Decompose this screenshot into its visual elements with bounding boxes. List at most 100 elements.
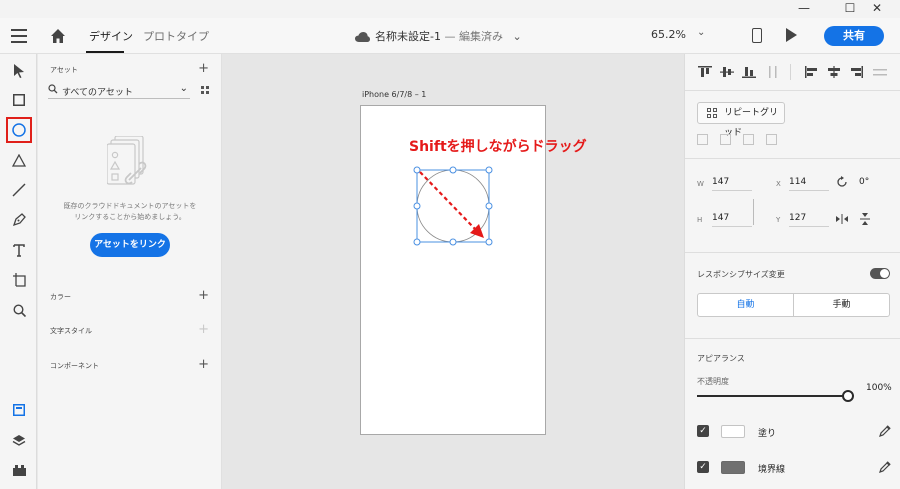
fill-color-swatch[interactable] <box>721 425 745 438</box>
document-name: 名称未設定-1 <box>375 30 441 43</box>
opacity-label: 不透明度 <box>697 377 729 386</box>
distribute-vertical-icon[interactable] <box>766 66 780 78</box>
property-inspector: リピートグリッド W 147 X 114 0° H 147 Y 127 レスポン… <box>684 54 900 489</box>
add-color-plus-icon[interactable]: + <box>198 289 209 302</box>
close-button[interactable]: ✕ <box>854 0 900 18</box>
border-eyedropper-icon[interactable] <box>879 461 891 473</box>
home-icon[interactable] <box>50 28 66 44</box>
boolean-add-icon <box>697 134 708 145</box>
chevron-down-icon: ⌄ <box>179 83 188 94</box>
hamburger-menu-icon[interactable] <box>11 29 27 43</box>
boolean-exclude-icon <box>766 134 777 145</box>
device-preview-icon[interactable] <box>752 28 762 43</box>
flip-vertical-icon[interactable] <box>860 213 870 225</box>
responsive-resize-label: レスポンシブサイズ変更 <box>697 270 785 279</box>
link-assets-button[interactable]: アセットをリンク <box>90 233 170 257</box>
fill-label: 塗り <box>758 429 777 439</box>
flip-horizontal-icon[interactable] <box>836 214 848 224</box>
border-checkbox[interactable]: ✓ <box>697 461 709 473</box>
repeat-grid-button[interactable]: リピートグリッド <box>697 102 785 138</box>
responsive-resize-toggle[interactable] <box>870 268 890 279</box>
border-label: 境界線 <box>758 465 786 475</box>
boolean-intersect-icon <box>743 134 754 145</box>
chevron-down-icon: ⌄ <box>512 30 522 43</box>
appearance-label: アピアランス <box>697 354 745 363</box>
width-field[interactable]: 147 <box>712 177 752 191</box>
zoom-tool-icon[interactable] <box>6 297 32 323</box>
select-tool-icon[interactable] <box>6 58 32 84</box>
x-field[interactable]: 114 <box>789 177 829 191</box>
rotation-field[interactable]: 0° <box>859 177 889 190</box>
add-component-plus-icon[interactable]: + <box>198 358 209 371</box>
artboard-name[interactable]: iPhone 6/7/8 – 1 <box>362 90 426 99</box>
rectangle-tool-icon[interactable] <box>6 87 32 113</box>
height-field[interactable]: 147 <box>712 213 752 227</box>
align-middle-icon[interactable] <box>720 66 734 78</box>
border-color-swatch[interactable] <box>721 461 745 474</box>
document-assets-icon[interactable] <box>6 397 32 423</box>
assets-empty-illustration <box>107 136 147 185</box>
add-character-style-plus-icon: + <box>198 322 209 337</box>
minimize-button[interactable]: — <box>781 0 827 18</box>
asset-filter-select[interactable]: すべてのアセット ⌄ <box>48 82 190 99</box>
assets-empty-message: 既存のクラウドドキュメントのアセットを リンクすることから始めましょう。 <box>48 201 212 223</box>
document-title[interactable]: 名称未設定-1 — 編集済み ⌄ <box>355 28 522 44</box>
text-tool-icon[interactable] <box>6 237 32 263</box>
opacity-slider-knob[interactable] <box>842 390 854 402</box>
align-divider <box>790 64 791 80</box>
pen-tool-icon[interactable] <box>6 207 32 233</box>
document-status: — 編集済み <box>440 30 503 43</box>
share-button[interactable]: 共有 <box>824 26 884 46</box>
window-title-bar: — ☐ ✕ <box>0 0 900 18</box>
y-label: Y <box>776 216 781 224</box>
app-header: デザイン プロトタイプ 名称未設定-1 — 編集済み ⌄ 65.2% ⌄ 共有 <box>0 18 900 54</box>
align-left-icon[interactable] <box>805 66 819 78</box>
layers-icon[interactable] <box>6 427 32 453</box>
grid-view-icon[interactable] <box>201 86 209 94</box>
width-label: W <box>697 180 704 188</box>
components-section-label: コンポーネント <box>50 362 99 370</box>
assets-empty-line1: 既存のクラウドドキュメントのアセットを <box>63 202 197 210</box>
divider <box>685 158 900 159</box>
assets-title: アセット <box>50 66 78 74</box>
colors-section-label: カラー <box>50 293 71 301</box>
tool-bar <box>0 54 37 489</box>
height-label: H <box>697 216 703 224</box>
zoom-chevron-down-icon[interactable]: ⌄ <box>697 27 705 38</box>
align-center-icon[interactable] <box>827 66 841 78</box>
repeat-grid-icon <box>707 108 717 118</box>
opacity-slider-track[interactable] <box>697 395 847 397</box>
lock-aspect-icon[interactable] <box>753 199 757 225</box>
fill-eyedropper-icon[interactable] <box>879 425 891 437</box>
artboard-tool-icon[interactable] <box>6 267 32 293</box>
boolean-subtract-icon <box>720 134 731 145</box>
zoom-level[interactable]: 65.2% <box>651 28 686 41</box>
resize-mode-auto[interactable]: 自動 <box>698 294 794 316</box>
align-bottom-icon[interactable] <box>742 66 756 78</box>
distribute-horizontal-icon[interactable] <box>873 66 887 78</box>
y-field[interactable]: 127 <box>789 213 829 227</box>
character-styles-section-label: 文字スタイル <box>50 327 92 335</box>
drag-instruction-annotation: Shiftを押しながらドラッグ <box>409 139 587 155</box>
polygon-tool-icon[interactable] <box>6 147 32 173</box>
rotate-icon <box>837 176 847 187</box>
fill-checkbox[interactable]: ✓ <box>697 425 709 437</box>
align-top-icon[interactable] <box>698 66 712 78</box>
opacity-value[interactable]: 100% <box>866 383 892 393</box>
tab-prototype[interactable]: プロトタイプ <box>143 28 209 44</box>
align-right-icon[interactable] <box>849 66 863 78</box>
selected-ellipse[interactable] <box>410 164 494 248</box>
add-asset-plus-icon[interactable]: + <box>198 62 209 75</box>
x-label: X <box>776 180 781 188</box>
play-icon[interactable] <box>786 28 797 42</box>
cloud-icon <box>355 32 370 42</box>
plugins-icon[interactable] <box>6 457 32 483</box>
line-tool-icon[interactable] <box>6 177 32 203</box>
ellipse-tool-icon[interactable] <box>6 117 32 143</box>
resize-mode-manual[interactable]: 手動 <box>794 294 889 316</box>
tab-design[interactable]: デザイン <box>89 28 133 44</box>
divider <box>685 338 900 339</box>
design-canvas[interactable]: iPhone 6/7/8 – 1 Shiftを押しながらドラッグ <box>222 54 684 489</box>
assets-panel: アセット + すべてのアセット ⌄ 既存のクラウドドキュメントのアセットを リン… <box>38 54 222 489</box>
divider <box>685 90 900 91</box>
